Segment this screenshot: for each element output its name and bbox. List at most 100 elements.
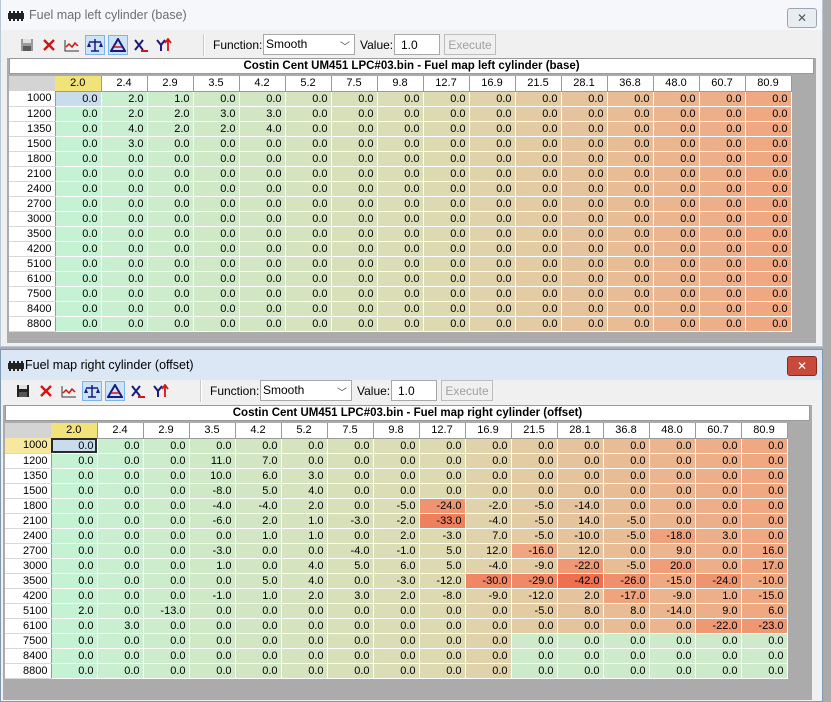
map-cell[interactable]: 0.0 — [55, 121, 102, 137]
map-cell[interactable]: 0.0 — [239, 151, 286, 167]
map-cell[interactable]: 0.0 — [469, 286, 516, 302]
map-cell[interactable]: 0.0 — [331, 256, 378, 272]
row-header[interactable]: 1500 — [9, 136, 56, 152]
map-cell[interactable]: 0.0 — [331, 121, 378, 137]
map-cell[interactable]: 0.0 — [511, 438, 558, 454]
map-cell[interactable]: 0.0 — [101, 271, 148, 287]
row-header[interactable]: 3000 — [9, 211, 56, 227]
map-cell[interactable]: 0.0 — [469, 226, 516, 242]
map-cell[interactable]: -15.0 — [741, 588, 788, 604]
column-header[interactable]: 4.2 — [235, 423, 282, 439]
map-cell[interactable]: -6.0 — [189, 513, 236, 529]
map-cell[interactable]: -5.0 — [511, 603, 558, 619]
map-cell[interactable]: 0.0 — [239, 226, 286, 242]
map-cell[interactable]: 1.0 — [281, 528, 328, 544]
map-cell[interactable]: 0.0 — [285, 181, 332, 197]
map-cell[interactable]: 0.0 — [101, 211, 148, 227]
row-header[interactable]: 2700 — [5, 543, 52, 559]
row-header[interactable]: 7500 — [9, 286, 56, 302]
row-header[interactable]: 5100 — [5, 603, 52, 619]
map-cell[interactable]: 0.0 — [147, 136, 194, 152]
map-cell[interactable]: 0.0 — [97, 648, 144, 664]
row-header[interactable]: 1000 — [9, 91, 56, 107]
map-cell[interactable]: 0.0 — [143, 648, 190, 664]
map-cell[interactable]: 0.0 — [239, 316, 286, 332]
map-cell[interactable]: 0.0 — [331, 136, 378, 152]
map-cell[interactable]: 12.0 — [465, 543, 512, 559]
map-cell[interactable]: 0.0 — [419, 438, 466, 454]
map-cell[interactable]: 0.0 — [281, 438, 328, 454]
map-cell[interactable]: 2.0 — [193, 121, 240, 137]
map-cell[interactable]: 0.0 — [745, 226, 792, 242]
map-cell[interactable]: 0.0 — [51, 528, 98, 544]
map-cell[interactable]: -5.0 — [603, 528, 650, 544]
map-cell[interactable]: 0.0 — [607, 136, 654, 152]
map-cell[interactable]: 0.0 — [607, 181, 654, 197]
map-cell[interactable]: -12.0 — [511, 588, 558, 604]
map-cell[interactable]: 0.0 — [699, 121, 746, 137]
map-cell[interactable]: 0.0 — [423, 256, 470, 272]
map-cell[interactable]: 0.0 — [465, 438, 512, 454]
map-cell[interactable]: 0.0 — [745, 211, 792, 227]
map-cell[interactable]: 0.0 — [745, 136, 792, 152]
map-cell[interactable]: 0.0 — [653, 136, 700, 152]
map-cell[interactable]: 0.0 — [741, 513, 788, 529]
map-cell[interactable]: 0.0 — [377, 256, 424, 272]
map-cell[interactable]: 0.0 — [561, 271, 608, 287]
map-cell[interactable]: 0.0 — [285, 256, 332, 272]
map-cell[interactable]: 0.0 — [55, 211, 102, 227]
map-cell[interactable]: 0.0 — [143, 588, 190, 604]
map-cell[interactable]: 0.0 — [235, 618, 282, 634]
map-cell[interactable]: 0.0 — [745, 316, 792, 332]
map-cell[interactable]: 0.0 — [97, 498, 144, 514]
map-cell[interactable]: 0.0 — [511, 648, 558, 664]
map-cell[interactable]: 7.0 — [465, 528, 512, 544]
map-cell[interactable]: -17.0 — [603, 588, 650, 604]
map-cell[interactable]: 0.0 — [373, 663, 420, 679]
row-header[interactable]: 2400 — [9, 181, 56, 197]
map-cell[interactable]: 0.0 — [423, 106, 470, 122]
map-cell[interactable]: 0.0 — [51, 513, 98, 529]
row-header[interactable]: 1350 — [9, 121, 56, 137]
map-cell[interactable]: 0.0 — [147, 151, 194, 167]
map-cell[interactable]: 0.0 — [745, 271, 792, 287]
map-cell[interactable]: 0.0 — [331, 151, 378, 167]
map-cell[interactable]: 0.0 — [557, 438, 604, 454]
map-cell[interactable]: 0.0 — [561, 106, 608, 122]
map-cell[interactable]: 8.0 — [603, 603, 650, 619]
map-cell[interactable]: 0.0 — [101, 181, 148, 197]
map-cell[interactable]: 0.0 — [281, 663, 328, 679]
map-cell[interactable]: 0.0 — [469, 196, 516, 212]
map-cell[interactable]: 20.0 — [649, 558, 696, 574]
map-cell[interactable]: 0.0 — [189, 618, 236, 634]
map-cell[interactable]: 0.0 — [143, 663, 190, 679]
map-cell[interactable]: 0.0 — [147, 211, 194, 227]
map-cell[interactable]: -3.0 — [373, 573, 420, 589]
map-cell[interactable]: 0.0 — [469, 316, 516, 332]
map-cell[interactable]: -5.0 — [511, 513, 558, 529]
column-header[interactable]: 12.7 — [423, 76, 470, 92]
map-cell[interactable]: 0.0 — [193, 196, 240, 212]
map-cell[interactable]: 0.0 — [653, 91, 700, 107]
map-cell[interactable]: 0.0 — [285, 241, 332, 257]
map-cell[interactable]: 0.0 — [695, 498, 742, 514]
map-cell[interactable]: 0.0 — [423, 286, 470, 302]
map-cell[interactable]: 0.0 — [377, 166, 424, 182]
map-cell[interactable]: 0.0 — [607, 196, 654, 212]
map-cell[interactable]: 3.0 — [193, 106, 240, 122]
map-cell[interactable]: 0.0 — [423, 241, 470, 257]
map-cell[interactable]: 0.0 — [193, 286, 240, 302]
map-cell[interactable]: 0.0 — [327, 573, 374, 589]
map-cell[interactable]: 0.0 — [143, 633, 190, 649]
map-cell[interactable]: 0.0 — [511, 483, 558, 499]
map-cell[interactable]: 0.0 — [97, 468, 144, 484]
map-cell[interactable]: 0.0 — [97, 573, 144, 589]
map-cell[interactable]: 0.0 — [281, 603, 328, 619]
map-cell[interactable]: 0.0 — [469, 136, 516, 152]
map-cell[interactable]: 0.0 — [423, 211, 470, 227]
map-cell[interactable]: 0.0 — [331, 196, 378, 212]
map-cell[interactable]: 0.0 — [327, 468, 374, 484]
map-cell[interactable]: 0.0 — [327, 603, 374, 619]
column-header[interactable]: 60.7 — [695, 423, 742, 439]
map-cell[interactable]: 0.0 — [465, 453, 512, 469]
